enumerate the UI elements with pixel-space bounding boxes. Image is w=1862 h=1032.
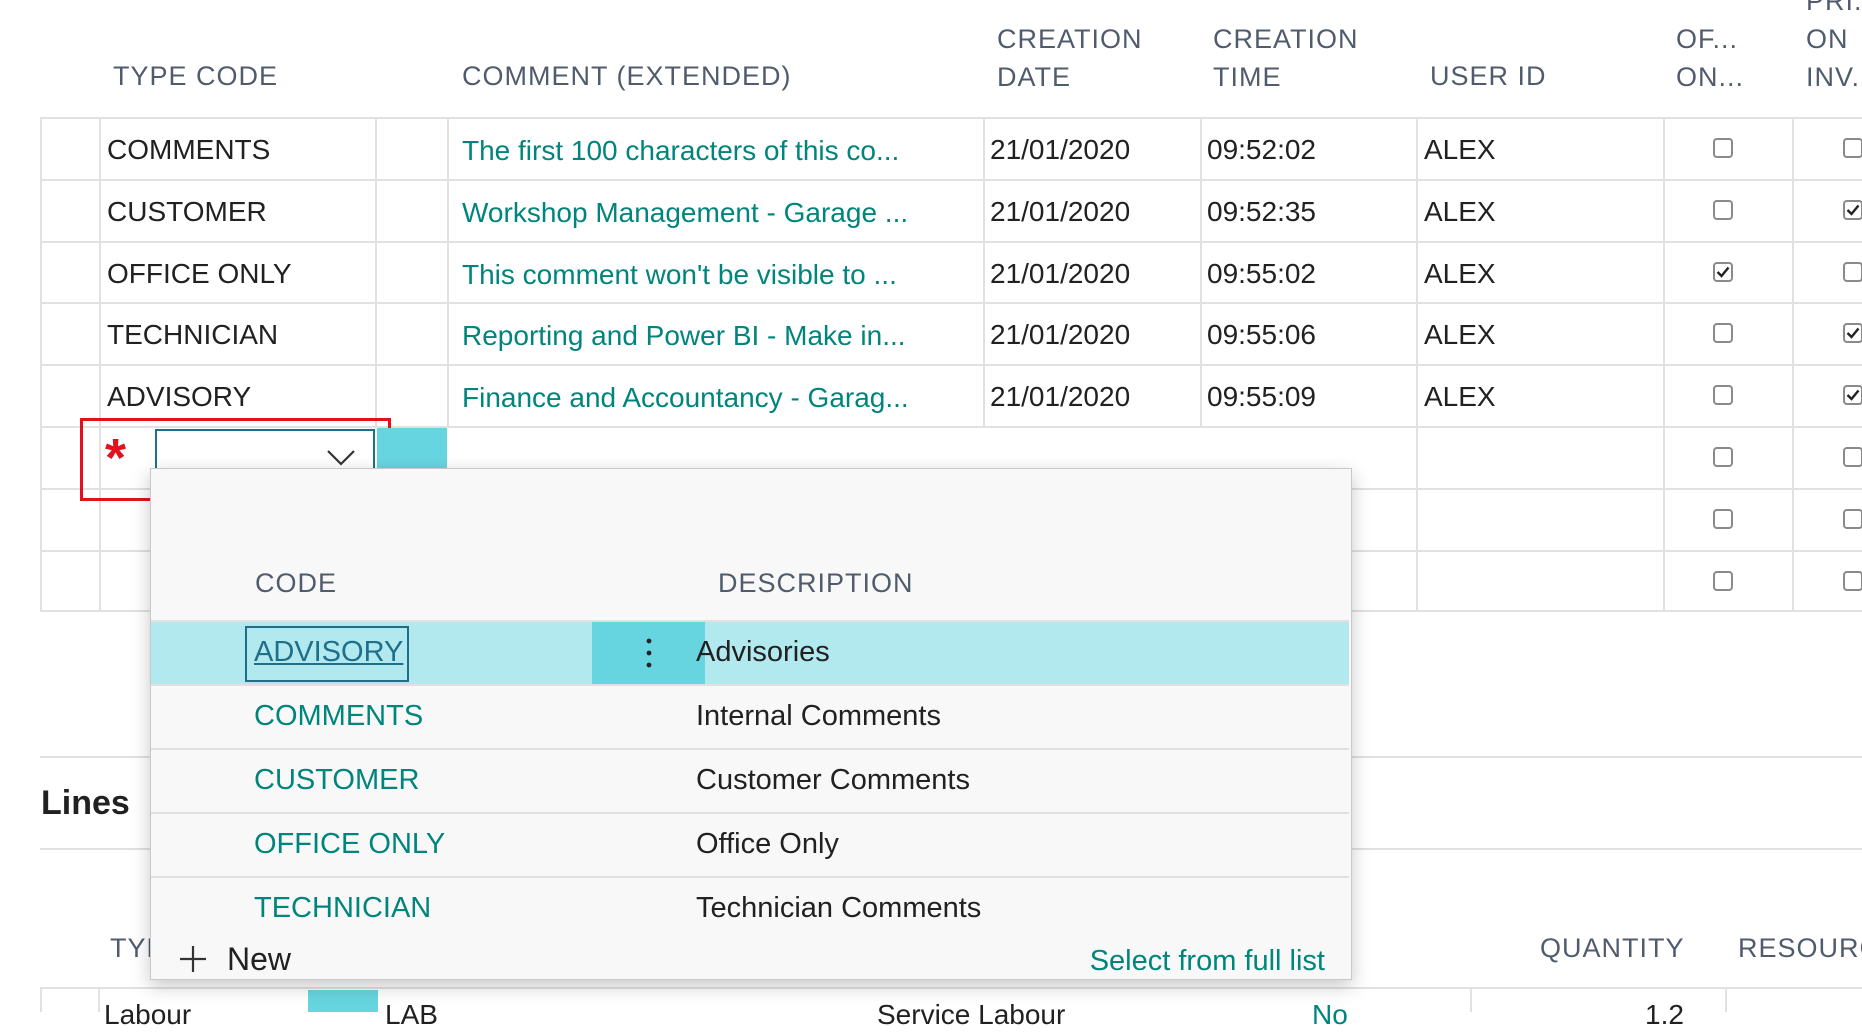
print-on-invoice-checkbox[interactable] — [1843, 262, 1862, 282]
header-print-on-invoice-line2: ON — [1806, 24, 1849, 54]
lookup-header-code[interactable]: CODE — [255, 564, 337, 602]
row-user-id: ALEX — [1424, 319, 1496, 350]
lines-col-divider — [1470, 987, 1472, 1012]
lookup-row[interactable]: OFFICE ONLY Office Only — [151, 812, 1349, 876]
row-type-code[interactable]: COMMENTS — [107, 133, 270, 167]
lookup-code[interactable]: COMMENTS — [254, 698, 423, 734]
header-creation-time-line1: CREATION — [1213, 24, 1359, 54]
header-print-on-invoice[interactable]: PRI... ON INV... — [1806, 0, 1862, 96]
select-from-full-list-link[interactable]: Select from full list — [1090, 943, 1325, 979]
lookup-row[interactable]: TECHNICIAN Technician Comments — [151, 876, 1349, 940]
row-creation-date: 21/01/2020 — [990, 196, 1131, 227]
row-menu-button[interactable] — [592, 622, 705, 684]
lines-row-action-cell[interactable] — [308, 990, 378, 1012]
row-creation-time: 09:55:02 — [1207, 258, 1316, 289]
new-button[interactable]: New — [177, 939, 300, 979]
print-on-invoice-checkbox[interactable] — [1843, 138, 1862, 158]
lines-col-divider — [98, 987, 100, 1012]
lines-col-divider — [1725, 987, 1727, 1012]
lookup-description: Office Only — [696, 828, 839, 860]
row-user-id: ALEX — [1424, 134, 1496, 165]
lookup-row[interactable]: ADVISORY Advisories — [151, 620, 1349, 684]
lines-row-quantity[interactable]: 1.2 — [1645, 998, 1684, 1032]
print-on-invoice-checkbox[interactable] — [1843, 200, 1862, 220]
lines-row-code[interactable]: LAB — [385, 998, 438, 1032]
row-creation-time: 09:55:09 — [1207, 381, 1316, 412]
new-button-label: New — [227, 940, 292, 977]
row-type-code[interactable]: ADVISORY — [107, 380, 251, 414]
print-on-invoice-checkbox[interactable] — [1843, 323, 1862, 343]
lookup-description: Customer Comments — [696, 764, 970, 796]
print-on-invoice-checkbox[interactable] — [1843, 571, 1862, 591]
office-only-checkbox[interactable] — [1713, 509, 1733, 529]
row-creation-date: 21/01/2020 — [990, 319, 1131, 350]
print-on-invoice-checkbox[interactable] — [1843, 447, 1862, 467]
header-print-on-invoice-line3: INV... — [1806, 62, 1862, 92]
lines-header-quantity[interactable]: QUANTITY — [1540, 929, 1685, 967]
header-office-only-line1: OF... — [1676, 24, 1739, 54]
header-office-only-line2: ON... — [1676, 62, 1745, 92]
row-creation-time: 09:52:35 — [1207, 196, 1316, 227]
header-comment[interactable]: COMMENT (EXTENDED) — [462, 57, 792, 95]
row-user-id: ALEX — [1424, 381, 1496, 412]
header-creation-date-line1: CREATION — [997, 24, 1143, 54]
row-comment-link[interactable]: Finance and Accountancy - Garag... — [462, 381, 980, 415]
lookup-description: Technician Comments — [696, 892, 982, 924]
office-only-checkbox[interactable] — [1713, 200, 1733, 220]
row-user-id: ALEX — [1424, 196, 1496, 227]
lookup-header-description[interactable]: DESCRIPTION — [718, 564, 914, 602]
header-creation-date[interactable]: CREATION DATE — [997, 20, 1143, 96]
lookup-code[interactable]: OFFICE ONLY — [254, 826, 445, 862]
lines-header-resources[interactable]: RESOURCES — [1738, 929, 1862, 967]
office-only-checkbox[interactable] — [1713, 447, 1733, 467]
row-type-code[interactable]: CUSTOMER — [107, 195, 267, 229]
row-creation-time: 09:55:06 — [1207, 319, 1316, 350]
header-user-id[interactable]: USER ID — [1430, 57, 1547, 95]
office-only-checkbox[interactable] — [1713, 323, 1733, 343]
row-comment-link[interactable]: Reporting and Power BI - Make in... — [462, 319, 980, 353]
row-creation-time: 09:52:02 — [1207, 134, 1316, 165]
row-type-code[interactable]: OFFICE ONLY — [107, 257, 292, 291]
office-only-checkbox[interactable] — [1713, 571, 1733, 591]
office-only-checkbox[interactable] — [1713, 262, 1733, 282]
required-asterisk: * — [105, 428, 127, 488]
lookup-description: Advisories — [696, 636, 830, 668]
row-creation-date: 21/01/2020 — [990, 381, 1131, 412]
header-creation-time-line2: TIME — [1213, 62, 1282, 92]
plus-icon — [177, 943, 209, 975]
lines-row-top-border — [40, 987, 1862, 989]
office-only-checkbox[interactable] — [1713, 385, 1733, 405]
lines-row-description[interactable]: Service Labour — [877, 998, 1065, 1032]
row-user-id: ALEX — [1424, 258, 1496, 289]
print-on-invoice-checkbox[interactable] — [1843, 385, 1862, 405]
header-type-code[interactable]: TYPE CODE — [113, 57, 278, 95]
lookup-code[interactable]: CUSTOMER — [254, 762, 419, 798]
lookup-code[interactable]: TECHNICIAN — [254, 890, 431, 926]
row-comment-link[interactable]: Workshop Management - Garage ... — [462, 196, 980, 230]
lines-col-divider — [40, 987, 42, 1012]
row-type-code[interactable]: TECHNICIAN — [107, 318, 278, 352]
lookup-row[interactable]: COMMENTS Internal Comments — [151, 684, 1349, 748]
header-creation-date-line2: DATE — [997, 62, 1072, 92]
lines-row-no[interactable]: No — [1312, 998, 1348, 1032]
header-print-on-invoice-line1: PRI... — [1806, 0, 1862, 16]
lookup-description: Internal Comments — [696, 700, 941, 732]
more-vertical-icon[interactable] — [646, 637, 652, 674]
row-comment-link[interactable]: This comment won't be visible to ... — [462, 258, 980, 292]
lines-row-type[interactable]: Labour — [104, 998, 191, 1032]
row-creation-date: 21/01/2020 — [990, 258, 1131, 289]
row-comment-link[interactable]: The first 100 characters of this co... — [462, 134, 980, 168]
lines-title: Lines — [41, 784, 130, 822]
office-only-checkbox[interactable] — [1713, 138, 1733, 158]
header-creation-time[interactable]: CREATION TIME — [1213, 20, 1359, 96]
header-office-only[interactable]: OF... ON... — [1676, 20, 1744, 96]
row-creation-date: 21/01/2020 — [990, 134, 1131, 165]
print-on-invoice-checkbox[interactable] — [1843, 509, 1862, 529]
type-code-lookup-popup: CODE DESCRIPTION ADVISORY Advisories COM… — [150, 468, 1352, 980]
lookup-code[interactable]: ADVISORY — [254, 634, 403, 670]
lookup-row[interactable]: CUSTOMER Customer Comments — [151, 748, 1349, 812]
